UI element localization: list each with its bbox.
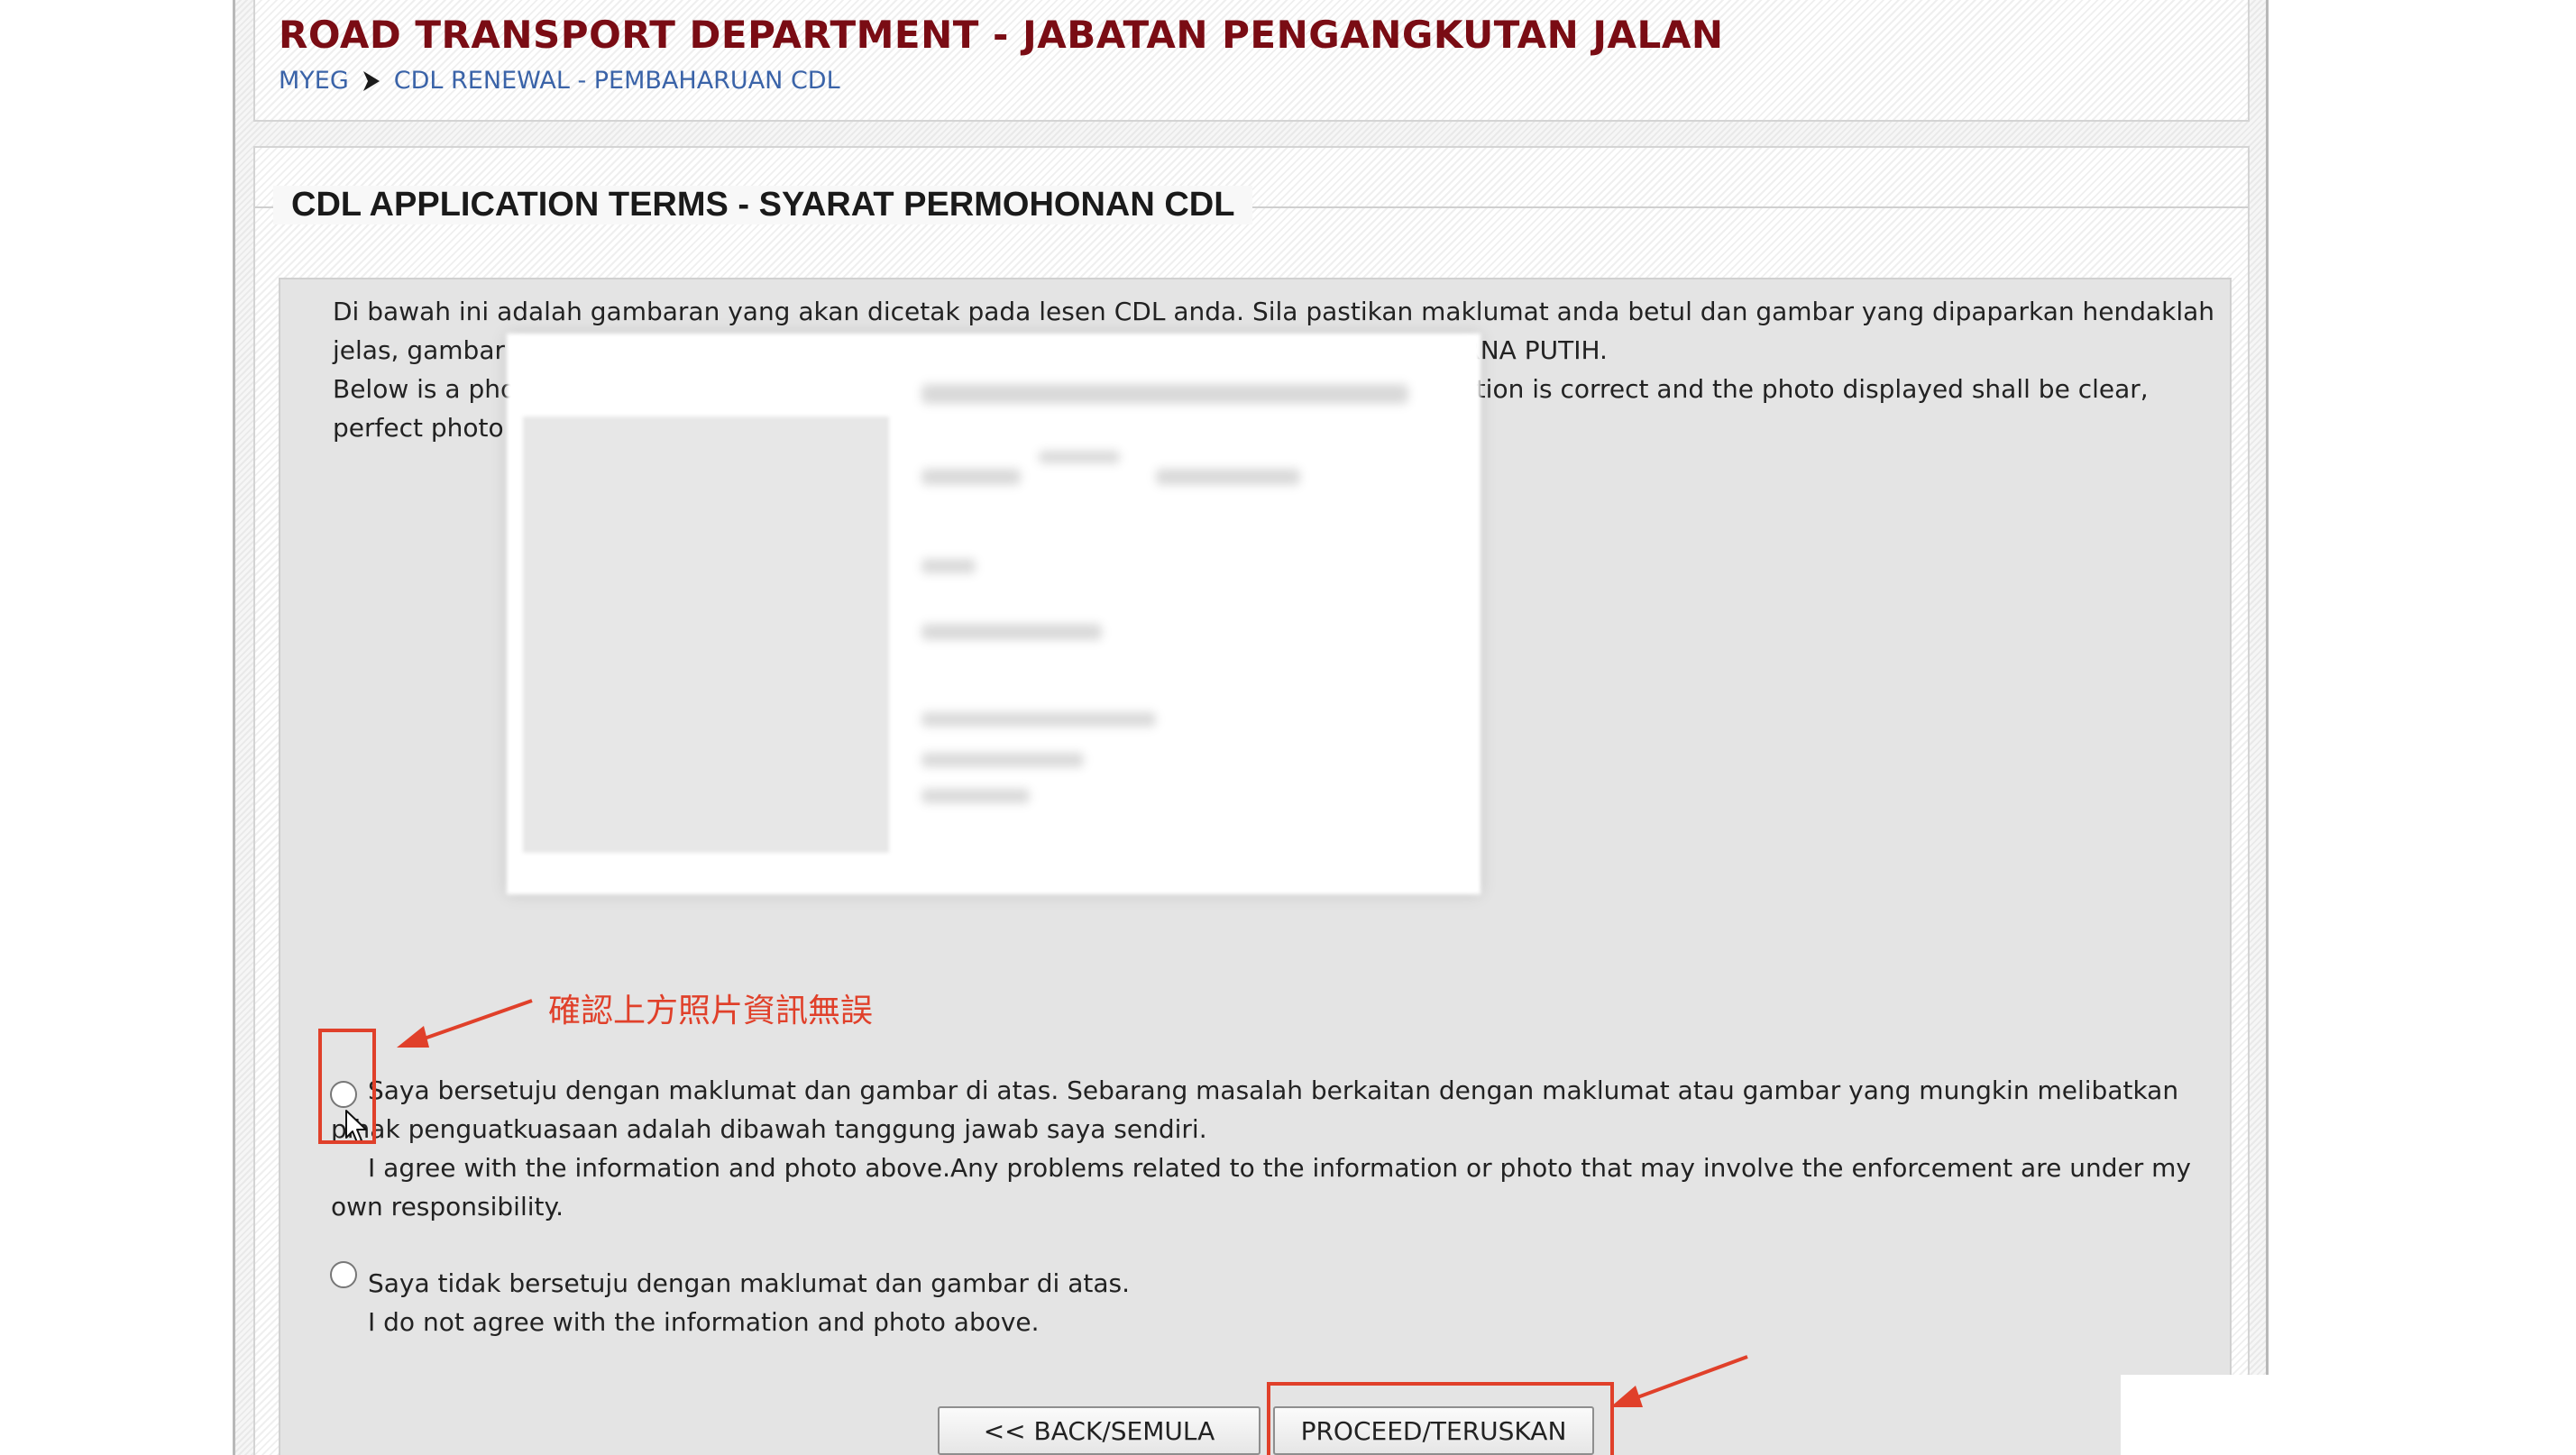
breadcrumb: MYEG CDL RENEWAL - PEMBAHARUAN CDL xyxy=(279,67,840,95)
disagree-text-malay: Saya tidak bersetuju dengan maklumat dan… xyxy=(368,1268,1131,1298)
disagree-text-english: I do not agree with the information and … xyxy=(368,1307,1040,1337)
corner-overlay xyxy=(2121,1375,2576,1455)
redacted-info xyxy=(1039,451,1120,463)
site-title: ROAD TRANSPORT DEPARTMENT - JABATAN PENG… xyxy=(279,13,1724,57)
redacted-info xyxy=(921,559,976,573)
licence-photo xyxy=(523,416,889,853)
agree-text-malay: Saya bersetuju dengan maklumat dan gamba… xyxy=(331,1075,2179,1144)
back-button[interactable]: << BACK/SEMULA xyxy=(938,1406,1260,1455)
breadcrumb-cdl-renewal-link[interactable]: CDL RENEWAL - PEMBAHARUAN CDL xyxy=(394,67,840,95)
redacted-info xyxy=(921,624,1102,640)
annotation-highlight-radio xyxy=(318,1029,376,1144)
redacted-info xyxy=(921,384,1408,404)
redacted-info xyxy=(921,789,1030,803)
redacted-info xyxy=(1156,469,1300,485)
breadcrumb-myeg-link[interactable]: MYEG xyxy=(279,67,349,95)
disagree-radio[interactable] xyxy=(330,1261,357,1288)
redacted-info xyxy=(921,469,1021,485)
agree-text-english: I agree with the information and photo a… xyxy=(331,1153,2191,1222)
redacted-info xyxy=(921,712,1156,727)
breadcrumb-arrow-icon xyxy=(362,70,380,91)
panel-title: CDL APPLICATION TERMS - SYARAT PERMOHONA… xyxy=(273,186,1253,224)
annotation-note: 確認上方照片資訊無誤 xyxy=(548,993,874,1029)
annotation-highlight-proceed xyxy=(1267,1382,1614,1455)
licence-preview-card xyxy=(507,334,1481,894)
redacted-info xyxy=(921,753,1084,767)
header: ROAD TRANSPORT DEPARTMENT - JABATAN PENG… xyxy=(253,0,2250,122)
